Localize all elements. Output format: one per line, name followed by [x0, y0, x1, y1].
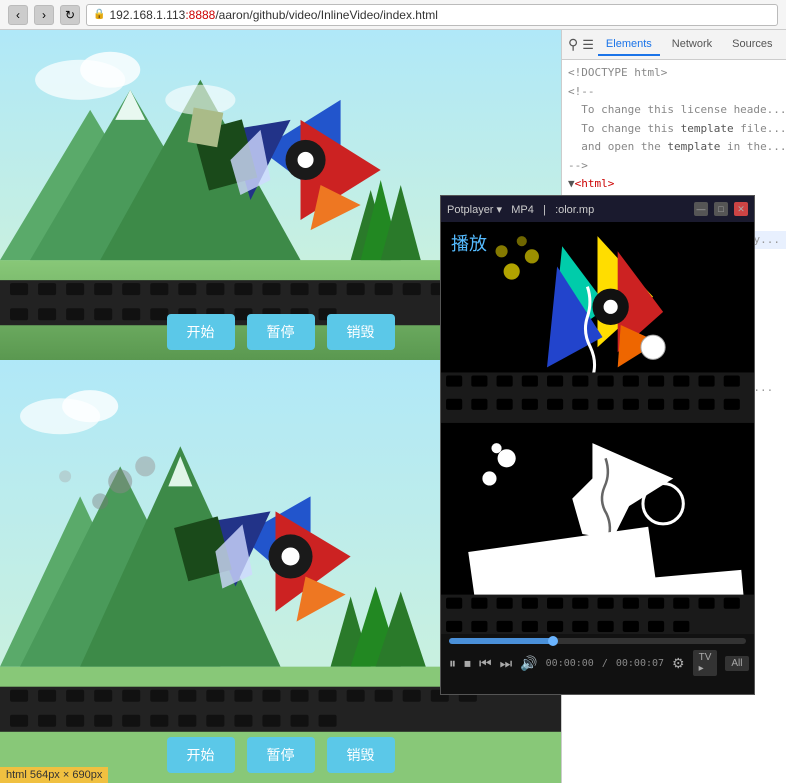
- tab-elements[interactable]: Elements: [598, 34, 660, 56]
- potplayer-titlebar: Potplayer ▾ MP4 | :olor.mp — □ ✕: [441, 196, 754, 222]
- devtools-cursor-icon[interactable]: ☰: [582, 37, 594, 53]
- start-button-top[interactable]: 开始: [167, 314, 235, 350]
- pause-button-bottom[interactable]: 暂停: [247, 737, 315, 773]
- play-label: 播放: [451, 230, 487, 256]
- html-tooltip: html 564px × 690px: [0, 767, 108, 783]
- address-text: 192.168.1.113:8888/aaron/github/video/In…: [109, 8, 438, 22]
- next-button[interactable]: ⏭: [500, 655, 513, 672]
- code-line-2: <!--: [562, 83, 786, 102]
- potplayer-title: Potplayer ▾ MP4 | :olor.mp: [447, 203, 688, 216]
- potplayer-window: Potplayer ▾ MP4 | :olor.mp — □ ✕ 播放: [440, 195, 755, 695]
- start-button-bottom[interactable]: 开始: [167, 737, 235, 773]
- back-button[interactable]: ‹: [8, 5, 28, 25]
- lock-icon: 🔒: [93, 9, 105, 20]
- forward-button[interactable]: ›: [34, 5, 54, 25]
- play-pause-button[interactable]: ⏸: [449, 655, 456, 672]
- code-line-4: To change this template file...: [562, 120, 786, 139]
- stop-button[interactable]: ⏹: [464, 655, 471, 672]
- all-button[interactable]: All: [725, 656, 748, 671]
- total-time: 00:00:07: [616, 658, 664, 669]
- prev-button[interactable]: ⏮: [479, 655, 492, 672]
- progress-thumb: [548, 636, 558, 646]
- destroy-button-bottom[interactable]: 销毁: [327, 737, 395, 773]
- potplayer-video-content: [441, 222, 754, 634]
- address-bar[interactable]: 🔒 192.168.1.113:8888/aaron/github/video/…: [86, 4, 778, 26]
- progress-fill: [449, 638, 553, 644]
- code-line-3: To change this license heade...: [562, 101, 786, 120]
- code-line-7: ▼<html>: [562, 175, 786, 194]
- settings-button[interactable]: ⚙: [672, 655, 685, 672]
- tv-button[interactable]: TV ▸: [693, 650, 718, 676]
- devtools-search-icon[interactable]: ⚲: [568, 36, 578, 53]
- time-separator: /: [602, 658, 608, 669]
- destroy-button-top[interactable]: 销毁: [327, 314, 395, 350]
- tab-sources[interactable]: Sources: [724, 34, 780, 56]
- potplayer-video-area: 播放: [441, 222, 754, 634]
- reload-button[interactable]: ↻: [60, 5, 80, 25]
- potplayer-close-button[interactable]: ✕: [734, 202, 748, 216]
- code-line-6: -->: [562, 157, 786, 176]
- devtools-toolbar: ⚲ ☰ Elements Network Sources: [562, 30, 786, 60]
- pause-button-top[interactable]: 暂停: [247, 314, 315, 350]
- potplayer-controls: ⏸ ⏹ ⏮ ⏭ 🔊 00:00:00 / 00:00:07 ⚙ TV ▸ All: [441, 634, 754, 694]
- bottom-control-buttons: 开始 暂停 销毁: [167, 737, 395, 773]
- browser-toolbar: ‹ › ↻ 🔒 192.168.1.113:8888/aaron/github/…: [0, 0, 786, 30]
- mute-button[interactable]: 🔊: [520, 655, 537, 672]
- potplayer-maximize-button[interactable]: □: [714, 202, 728, 216]
- potplayer-minimize-button[interactable]: —: [694, 202, 708, 216]
- code-line-5: and open the template in the...: [562, 138, 786, 157]
- tab-network[interactable]: Network: [664, 34, 720, 56]
- control-row: ⏸ ⏹ ⏮ ⏭ 🔊 00:00:00 / 00:00:07 ⚙ TV ▸ All: [449, 650, 746, 676]
- progress-bar[interactable]: [449, 638, 746, 644]
- current-time: 00:00:00: [546, 658, 594, 669]
- code-line-1: <!DOCTYPE html>: [562, 64, 786, 83]
- top-control-buttons: 开始 暂停 销毁: [167, 314, 395, 350]
